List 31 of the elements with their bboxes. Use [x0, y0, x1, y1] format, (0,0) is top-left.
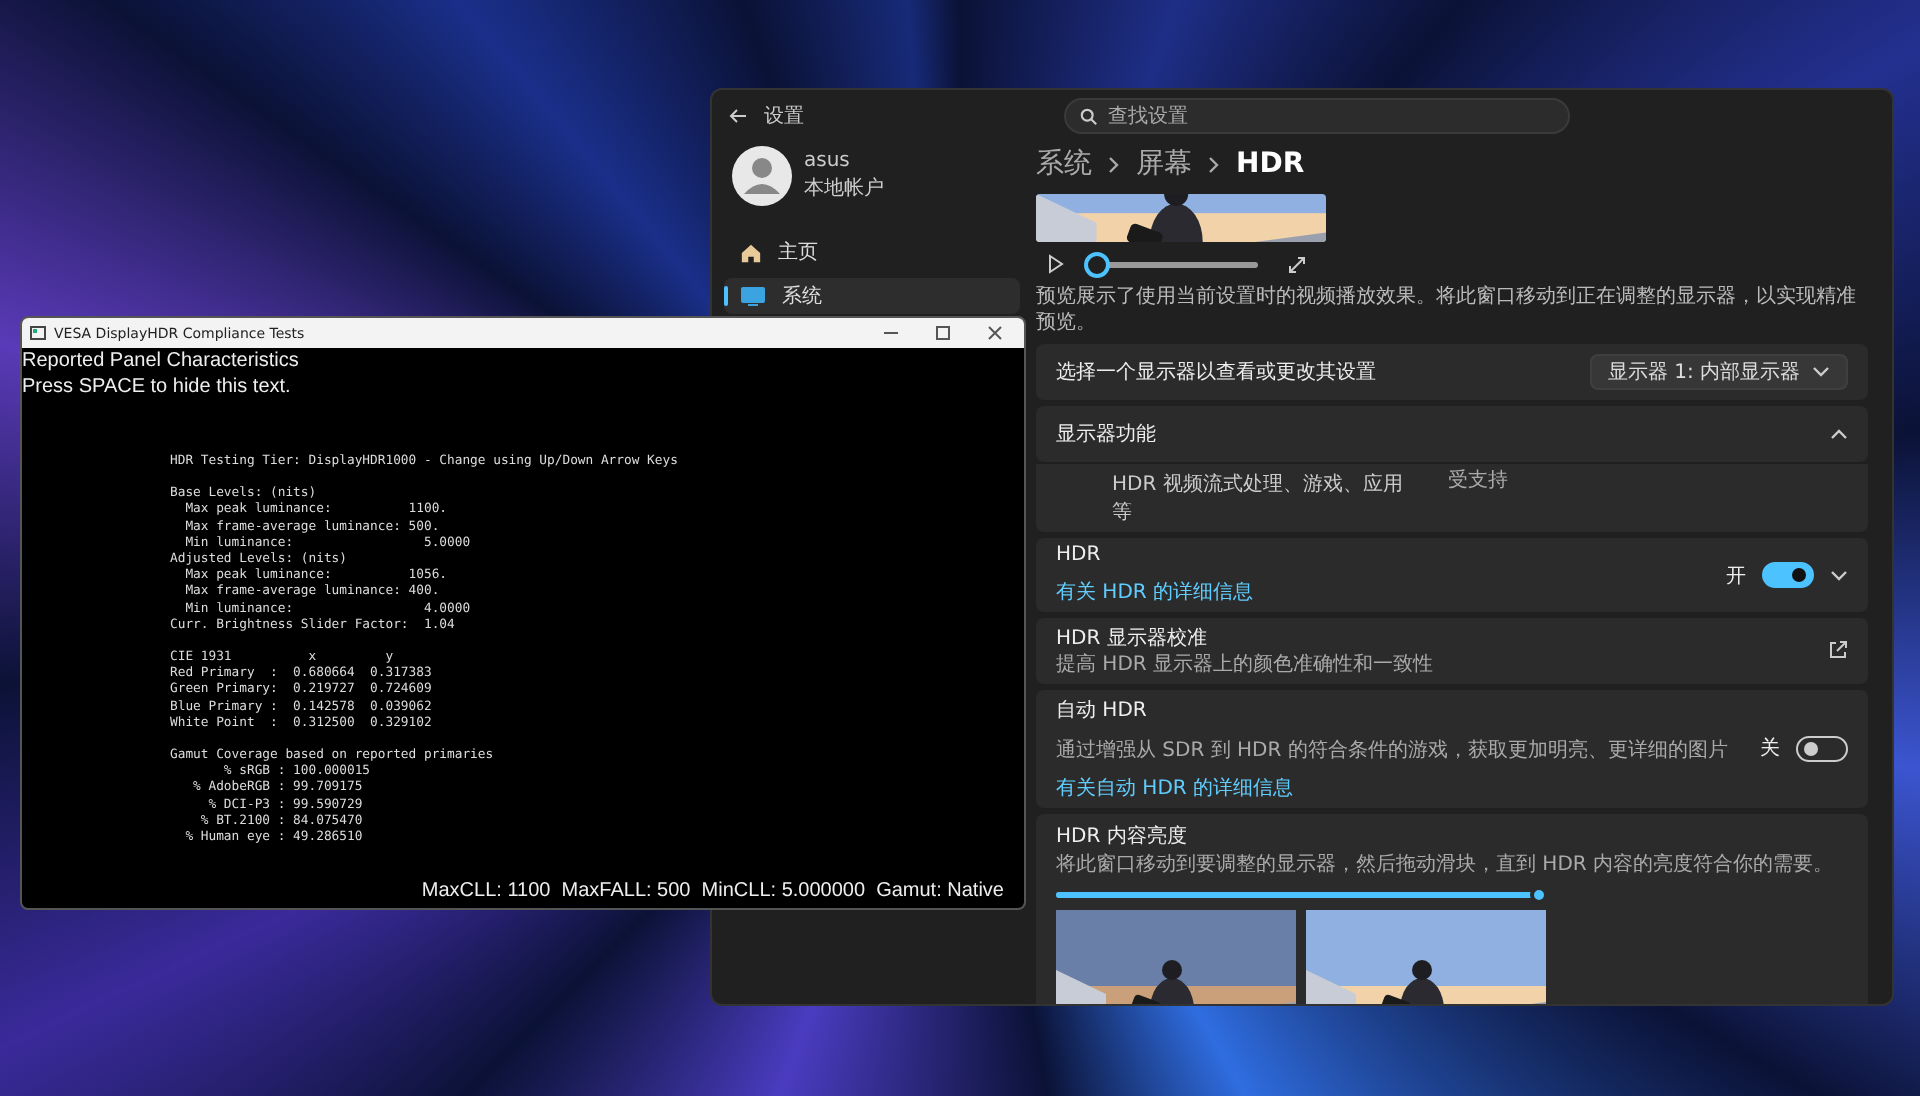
toggle-state: 开 — [1726, 563, 1746, 589]
nav-item[interactable]: 系统 — [724, 278, 1020, 314]
card-title: 选择一个显示器以查看或更改其设置 — [1056, 359, 1378, 386]
card-description: 提高 HDR 显示器上的颜色准确性和一致性 — [1056, 654, 1436, 677]
settings-card[interactable]: 显示器功能 — [1036, 406, 1868, 462]
card-title: 自动 HDR — [1056, 697, 1149, 723]
toggle-state: 关 — [1760, 735, 1780, 762]
account-type: 本地帐户 — [804, 175, 884, 202]
nav-item[interactable]: 主页 — [724, 234, 1020, 270]
card-title: HDR 内容亮度 — [1056, 823, 1189, 849]
breadcrumb-item: HDR — [1236, 148, 1305, 180]
feature-status: 受支持 — [1448, 470, 1508, 493]
preview-note: 预览展示了使用当前设置时的视频播放效果。将此窗口移动到正在调整的显示器，以实现精准预览。 — [1036, 286, 1858, 336]
card-description: 通过增强从 SDR 到 HDR 的符合条件的游戏，获取更加明亮、更详细的图片 — [1056, 739, 1728, 761]
breadcrumb-item[interactable]: 屏幕 — [1136, 146, 1192, 182]
window-title: 设置 — [764, 103, 804, 130]
card-title: 显示器功能 — [1056, 421, 1158, 448]
console-heading: Press SPACE to hide this text. — [22, 374, 293, 400]
breadcrumb-item[interactable]: 系统 — [1036, 146, 1092, 182]
status-line: MaxCLL: 1100 MaxFALL: 500 MinCLL: 5.000000 Gamut: Native — [421, 880, 1006, 906]
feature-label: HDR 视频流式处理、游戏、应用等 — [1112, 471, 1405, 526]
display-dropdown[interactable]: 显示器 1: 内部显示器 — [1589, 354, 1848, 390]
card-description: 将此窗口移动到要调整的显示器，然后拖动滑块，直到 HDR 内容的亮度符合你的需要。 — [1056, 853, 1836, 876]
search-field[interactable]: 查找设置 — [1064, 98, 1570, 134]
details-link[interactable]: 有关自动 HDR 的详细信息 — [1056, 777, 1294, 799]
card-title: HDR 显示器校准 — [1056, 625, 1209, 652]
card-title: HDR — [1056, 544, 1103, 566]
details-link[interactable]: 有关 HDR 的详细信息 — [1056, 582, 1254, 604]
console-heading: Reported Panel Characteristics — [22, 348, 301, 374]
settings-card[interactable]: HDR 显示器校准 提高 HDR 显示器上的颜色准确性和一致性 — [1036, 618, 1868, 683]
account-name: asus — [804, 150, 852, 172]
